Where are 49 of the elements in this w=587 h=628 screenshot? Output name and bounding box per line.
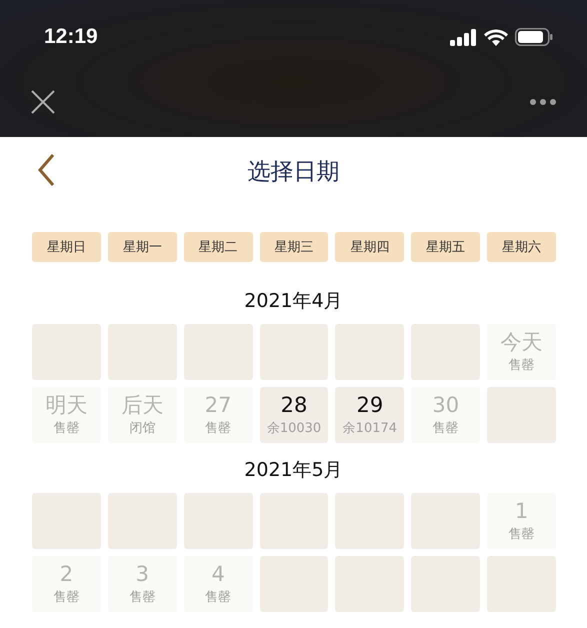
- date-cell[interactable]: 27 售罄: [184, 387, 253, 443]
- weekday-label: 星期五: [411, 232, 480, 262]
- availability-note: 售罄: [53, 589, 80, 606]
- more-icon[interactable]: [529, 98, 557, 106]
- day-label: 30: [432, 393, 460, 417]
- wifi-icon: [484, 28, 508, 46]
- day-label: 1: [514, 499, 528, 523]
- availability-note: 闭馆: [129, 420, 156, 437]
- month-heading: 2021年4月: [244, 289, 343, 314]
- month-heading: 2021年5月: [244, 458, 343, 483]
- date-cell[interactable]: 明天 售罄: [32, 387, 101, 443]
- day-label: 3: [136, 562, 149, 586]
- date-cell[interactable]: 29 余10174: [335, 387, 404, 443]
- availability-note: 售罄: [432, 420, 459, 437]
- availability-note: 售罄: [205, 589, 232, 606]
- weekday-label: 星期日: [32, 232, 101, 262]
- date-cell[interactable]: 28 余10030: [260, 387, 328, 443]
- availability-note: 余10174: [342, 420, 398, 437]
- date-cell[interactable]: 3 售罄: [108, 556, 177, 612]
- availability-note: 售罄: [508, 357, 535, 374]
- page-title: 选择日期: [248, 158, 340, 186]
- status-time: 12:19: [44, 25, 98, 49]
- availability-note: 售罄: [508, 526, 535, 543]
- weekday-label: 星期六: [487, 232, 556, 262]
- weekday-label: 星期三: [260, 232, 328, 262]
- availability-note: 售罄: [205, 420, 232, 437]
- availability-note: 余10030: [266, 420, 322, 437]
- day-label: 明天: [45, 393, 88, 417]
- availability-note: 售罄: [53, 420, 80, 437]
- date-cell[interactable]: 4 售罄: [184, 556, 253, 612]
- date-cell[interactable]: 后天 闭馆: [108, 387, 177, 443]
- day-label: 后天: [121, 393, 164, 417]
- date-cell[interactable]: 2 售罄: [32, 556, 101, 612]
- weekday-label: 星期四: [335, 232, 404, 262]
- battery-icon: [515, 28, 553, 46]
- day-label: 27: [204, 393, 232, 417]
- day-label: 今天: [500, 330, 543, 354]
- day-label: 2: [60, 562, 74, 586]
- signal-icon: [450, 28, 477, 46]
- availability-note: 售罄: [129, 589, 156, 606]
- date-cell[interactable]: 30 售罄: [411, 387, 480, 443]
- day-label: 28: [280, 393, 308, 417]
- date-cell[interactable]: 今天 售罄: [487, 324, 556, 380]
- weekday-label: 星期二: [184, 232, 253, 262]
- day-label: 4: [211, 562, 225, 586]
- close-icon[interactable]: [31, 90, 55, 114]
- date-cell[interactable]: 1 售罄: [487, 493, 556, 549]
- day-label: 29: [356, 393, 384, 417]
- weekday-label: 星期一: [108, 232, 177, 262]
